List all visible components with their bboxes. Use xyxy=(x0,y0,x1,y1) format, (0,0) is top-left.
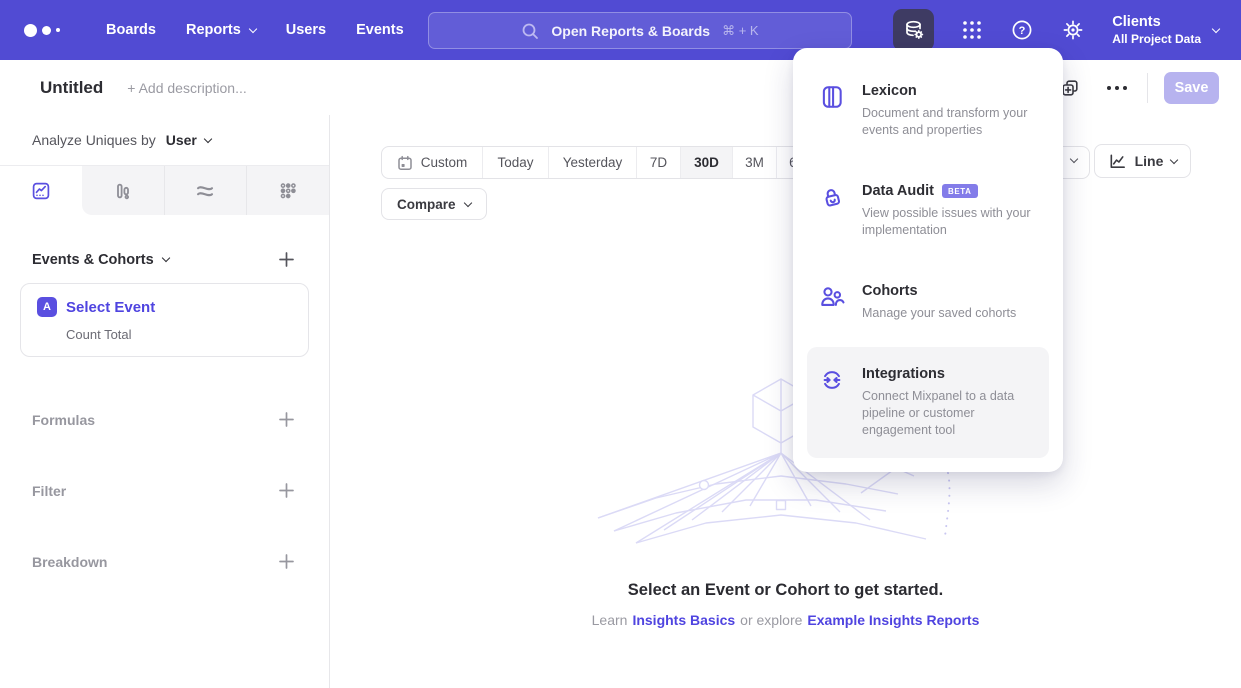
menu-item-integrations[interactable]: Integrations Connect Mixpanel to a data … xyxy=(807,347,1049,458)
project-selector-subtitle: All Project Data xyxy=(1112,32,1201,46)
count-total-label[interactable]: Count Total xyxy=(66,327,292,342)
menu-item-title: Lexicon xyxy=(862,83,917,99)
menu-item-desc: Manage your saved cohorts xyxy=(862,305,1016,322)
events-cohorts-header[interactable]: Events & Cohorts xyxy=(32,252,169,268)
search-input[interactable]: Open Reports & Boards ⌘ + K xyxy=(428,12,852,49)
chevron-down-icon xyxy=(1212,24,1220,32)
nav-item-reports[interactable]: Reports xyxy=(186,22,256,38)
nav-item-events[interactable]: Events xyxy=(356,22,404,38)
tab-bar-chart[interactable] xyxy=(82,166,164,215)
line-chart-icon xyxy=(1108,152,1127,171)
add-event-button[interactable] xyxy=(278,251,295,268)
metrics-grid-icon xyxy=(278,181,298,201)
apps-grid-button[interactable] xyxy=(961,19,983,41)
help-icon: ? xyxy=(1010,18,1034,42)
save-button[interactable]: Save xyxy=(1164,72,1219,104)
tab-stacked-chart[interactable] xyxy=(164,166,247,215)
integrations-sync-icon xyxy=(819,367,845,439)
chart-area: Custom Today Yesterday 7D 30D 3M 6M Comp… xyxy=(330,115,1241,688)
cohorts-people-icon xyxy=(819,284,845,322)
settings-button[interactable] xyxy=(1061,18,1085,42)
breakdown-section-label: Breakdown xyxy=(32,554,107,570)
data-management-menu: Lexicon Document and transform your even… xyxy=(793,48,1063,472)
nav-item-boards[interactable]: Boards xyxy=(106,22,156,38)
bar-chart-icon xyxy=(113,181,133,201)
lexicon-book-icon xyxy=(819,84,845,139)
search-placeholder: Open Reports & Boards xyxy=(551,23,710,39)
toolbar-divider xyxy=(1147,73,1148,103)
tab-metrics[interactable] xyxy=(246,166,329,215)
search-icon xyxy=(521,22,539,40)
line-chart-icon xyxy=(31,181,51,201)
add-formula-button[interactable] xyxy=(278,411,295,428)
gear-icon xyxy=(1061,18,1085,42)
chevron-down-icon xyxy=(161,254,169,262)
svg-text:?: ? xyxy=(1019,25,1026,37)
mixpanel-logo-icon[interactable] xyxy=(24,24,76,37)
formulas-section-label: Formulas xyxy=(32,412,95,428)
search-shortcut: ⌘ + K xyxy=(722,23,759,39)
menu-item-title: Cohorts xyxy=(862,283,918,299)
date-segment-7d[interactable]: 7D xyxy=(636,147,680,178)
data-management-button[interactable] xyxy=(893,9,934,51)
project-selector-title: Clients xyxy=(1112,14,1201,30)
help-button[interactable]: ? xyxy=(1010,18,1034,42)
filter-section-label: Filter xyxy=(32,483,66,499)
date-segment-yesterday[interactable]: Yesterday xyxy=(548,147,636,178)
report-title[interactable]: Untitled xyxy=(40,78,103,98)
empty-middle: or explore xyxy=(740,612,802,628)
menu-item-cohorts[interactable]: Cohorts Manage your saved cohorts xyxy=(807,264,1049,341)
empty-state-heading: Select an Event or Cohort to get started… xyxy=(330,581,1241,600)
event-card[interactable]: A Select Event Count Total xyxy=(20,283,309,357)
chevron-down-icon xyxy=(463,198,471,206)
analyze-label: Analyze Uniques by xyxy=(32,132,156,148)
example-reports-link[interactable]: Example Insights Reports xyxy=(807,612,979,628)
date-range-control: Custom Today Yesterday 7D 30D 3M 6M xyxy=(381,146,819,179)
add-breakdown-button[interactable] xyxy=(278,553,295,570)
apps-grid-icon xyxy=(961,19,983,41)
menu-item-lexicon[interactable]: Lexicon Document and transform your even… xyxy=(807,64,1049,158)
menu-item-desc: Connect Mixpanel to a data pipeline or c… xyxy=(862,388,1037,439)
date-segment-30d-selected[interactable]: 30D xyxy=(680,147,732,178)
chevron-down-icon xyxy=(249,24,257,32)
compare-dropdown[interactable]: Compare xyxy=(381,188,487,220)
chevron-down-icon xyxy=(204,134,212,142)
plus-icon xyxy=(278,411,295,428)
event-badge: A xyxy=(37,297,57,317)
beta-badge: BETA xyxy=(942,184,978,198)
menu-item-desc: View possible issues with your implement… xyxy=(862,205,1037,239)
menu-item-desc: Document and transform your events and p… xyxy=(862,105,1037,139)
chevron-down-icon xyxy=(1070,155,1078,163)
chevron-down-icon xyxy=(1170,155,1178,163)
plus-icon xyxy=(278,553,295,570)
date-segment-3m[interactable]: 3M xyxy=(732,147,776,178)
add-description-field[interactable]: + Add description... xyxy=(127,80,246,96)
menu-item-title: Data Audit xyxy=(862,183,934,199)
date-segment-custom[interactable]: Custom xyxy=(382,147,482,178)
empty-prefix: Learn xyxy=(592,612,628,628)
menu-item-data-audit[interactable]: Data Audit BETA View possible issues wit… xyxy=(807,164,1049,258)
data-audit-lock-icon xyxy=(819,184,845,239)
select-event-label[interactable]: Select Event xyxy=(66,299,155,316)
query-sidebar: Analyze Uniques by User xyxy=(0,115,330,688)
date-segment-today[interactable]: Today xyxy=(482,147,548,178)
plus-icon xyxy=(278,482,295,499)
insights-basics-link[interactable]: Insights Basics xyxy=(632,612,735,628)
menu-item-title: Integrations xyxy=(862,366,945,382)
empty-state-subline: Learn Insights Basics or explore Example… xyxy=(330,612,1241,628)
analyze-value-dropdown[interactable]: User xyxy=(166,132,211,148)
duplicate-icon xyxy=(1060,78,1080,98)
chart-type-tabs xyxy=(0,165,329,215)
chart-type-dropdown[interactable]: Line xyxy=(1094,144,1191,178)
stacked-area-icon xyxy=(195,181,215,201)
plus-icon xyxy=(278,251,295,268)
nav-item-users[interactable]: Users xyxy=(286,22,326,38)
calendar-icon xyxy=(397,155,413,171)
duplicate-button[interactable] xyxy=(1060,78,1080,98)
tab-line-chart[interactable] xyxy=(0,166,82,215)
more-options-button[interactable] xyxy=(1107,86,1127,90)
database-gear-icon xyxy=(902,18,926,42)
add-filter-button[interactable] xyxy=(278,482,295,499)
project-selector[interactable]: Clients All Project Data xyxy=(1112,14,1219,46)
